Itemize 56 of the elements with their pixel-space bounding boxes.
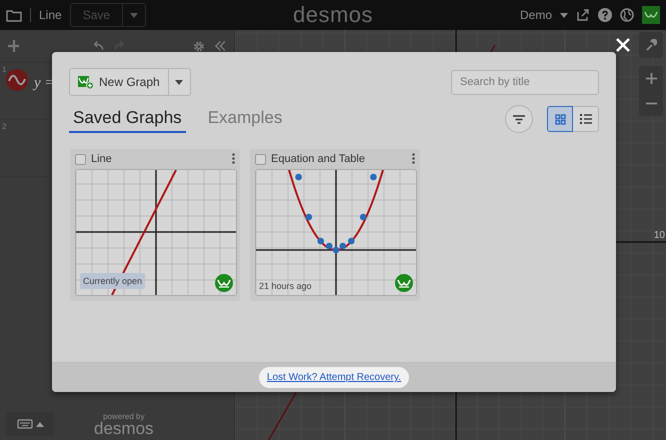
globe-icon[interactable] [620,8,634,22]
powered-by-text: powered by [103,412,144,421]
share-icon[interactable] [576,8,590,22]
graph-title: Line [91,153,113,165]
settings-button[interactable] [639,32,663,58]
data-point [306,214,312,220]
more-icon [232,152,235,164]
list-icon [580,114,592,124]
line-number: 1 [2,65,6,74]
recovery-link[interactable]: Lost Work? Attempt Recovery. [258,367,410,388]
data-point [295,174,302,180]
data-point [360,214,366,220]
timestamp: 21 hours ago [259,281,312,291]
caret-icon [175,80,184,84]
more-button[interactable] [412,152,415,166]
avatar-icon[interactable] [642,6,660,24]
graph-card[interactable]: Line Currently open [70,149,240,301]
collapse-icon[interactable] [215,40,226,52]
caret-icon[interactable] [130,12,138,18]
add-icon[interactable] [8,40,19,52]
zoom-in-icon[interactable] [646,73,656,84]
checkbox[interactable] [255,154,266,164]
tab[interactable]: Saved Graphs [69,106,186,132]
graph-title: Equation and Table [271,153,366,165]
list-view-button[interactable] [573,106,599,132]
search-field[interactable]: Search by title [451,70,599,94]
avatar-icon [215,274,233,292]
help-icon[interactable] [598,8,612,22]
data-point [348,238,355,244]
graph-title: Line [39,8,62,22]
data-point [317,238,324,244]
keyboard-icon [16,419,32,429]
graph-card[interactable]: Equation and Table 21 hours ago [250,149,420,301]
filter-icon [513,114,525,124]
logo: desmos [293,2,374,28]
data-point [370,174,377,180]
filter-button[interactable] [505,105,533,133]
undo-icon[interactable] [91,41,104,51]
wrench-icon [645,39,657,51]
wave-icon[interactable] [6,69,28,91]
checkbox[interactable] [75,154,86,164]
status-badge: Currently open [80,273,146,289]
caret-icon [36,422,44,426]
new-graph-icon [78,75,94,89]
settings-icon[interactable] [193,40,206,52]
user-menu[interactable]: Demo [520,8,552,22]
line-number: 2 [2,122,6,131]
axis-label: 10 [654,230,665,241]
grid-icon [554,114,566,124]
more-button[interactable] [232,152,235,166]
keyboard-button[interactable] [6,412,54,436]
logo: desmos [94,421,154,436]
more-icon [412,152,415,164]
avatar-icon [395,274,413,292]
folder-icon[interactable] [6,8,22,22]
caret-icon[interactable] [560,12,568,18]
